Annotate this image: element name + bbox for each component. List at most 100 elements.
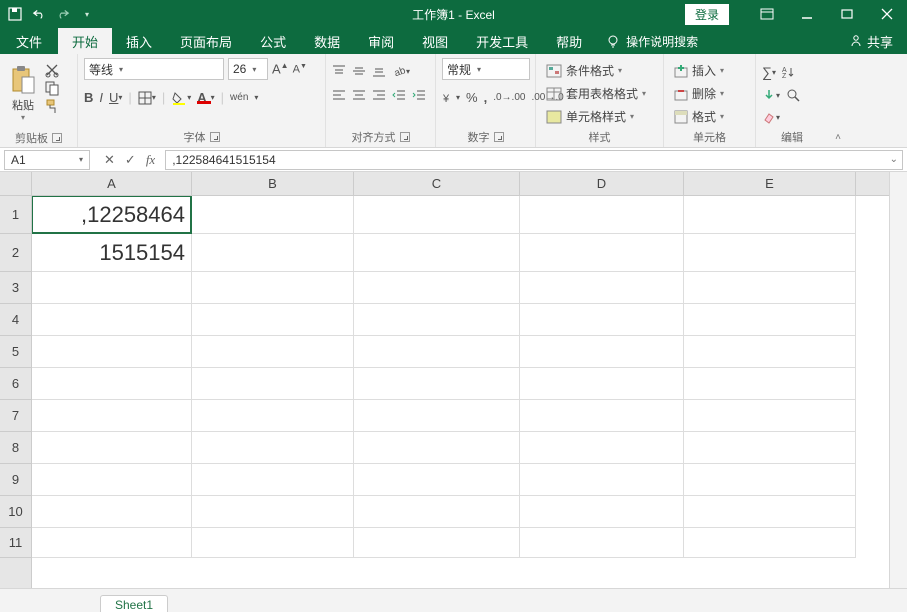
- cell-C8[interactable]: [354, 432, 520, 464]
- cell-B2[interactable]: [192, 234, 354, 272]
- format-table-button[interactable]: 套用表格格式▾: [542, 83, 650, 104]
- cell-E9[interactable]: [684, 464, 856, 496]
- save-icon[interactable]: [8, 7, 22, 21]
- row-header[interactable]: 2: [0, 234, 31, 272]
- cell-E5[interactable]: [684, 336, 856, 368]
- undo-icon[interactable]: [32, 7, 46, 21]
- cell-E1[interactable]: [684, 196, 856, 234]
- row-header[interactable]: 3: [0, 272, 31, 304]
- row-header[interactable]: 10: [0, 496, 31, 528]
- cell-B8[interactable]: [192, 432, 354, 464]
- cell-C1[interactable]: [354, 196, 520, 234]
- find-select-icon[interactable]: [786, 88, 800, 102]
- share-button[interactable]: 共享: [835, 28, 907, 54]
- cell-E11[interactable]: [684, 528, 856, 558]
- delete-cells-button[interactable]: 删除▾: [670, 83, 728, 104]
- align-bottom-icon[interactable]: [372, 64, 386, 78]
- cell-E7[interactable]: [684, 400, 856, 432]
- cell-A11[interactable]: [32, 528, 192, 558]
- cell-B9[interactable]: [192, 464, 354, 496]
- tab-page-layout[interactable]: 页面布局: [166, 28, 246, 54]
- cell-E6[interactable]: [684, 368, 856, 400]
- tab-insert[interactable]: 插入: [112, 28, 166, 54]
- cell-A1[interactable]: ,12258464: [32, 196, 192, 234]
- cell-E4[interactable]: [684, 304, 856, 336]
- qat-customize-icon[interactable]: ▾: [80, 7, 94, 21]
- align-center-icon[interactable]: [352, 88, 366, 102]
- cell-A6[interactable]: [32, 368, 192, 400]
- dialog-launcher-icon[interactable]: [494, 132, 504, 142]
- cell-D8[interactable]: [520, 432, 684, 464]
- cell-D9[interactable]: [520, 464, 684, 496]
- cell-A3[interactable]: [32, 272, 192, 304]
- cell-D10[interactable]: [520, 496, 684, 528]
- tab-developer[interactable]: 开发工具: [462, 28, 542, 54]
- cell-D2[interactable]: [520, 234, 684, 272]
- cell-C4[interactable]: [354, 304, 520, 336]
- number-format-select[interactable]: 常规▾: [442, 58, 530, 80]
- cell-D5[interactable]: [520, 336, 684, 368]
- decrease-indent-icon[interactable]: [392, 88, 406, 102]
- cell-C11[interactable]: [354, 528, 520, 558]
- name-box[interactable]: A1▾: [4, 150, 90, 170]
- cell-B11[interactable]: [192, 528, 354, 558]
- dialog-launcher-icon[interactable]: [210, 132, 220, 142]
- minimize-icon[interactable]: [787, 0, 827, 28]
- cell-A7[interactable]: [32, 400, 192, 432]
- increase-decimal-icon[interactable]: .0→.00: [493, 92, 525, 103]
- align-right-icon[interactable]: [372, 88, 386, 102]
- insert-function-icon[interactable]: fx: [146, 152, 155, 168]
- fill-icon[interactable]: ▾: [762, 88, 780, 102]
- phonetic-guide-icon[interactable]: wén: [230, 92, 248, 103]
- cut-icon[interactable]: [44, 62, 60, 78]
- row-header[interactable]: 7: [0, 400, 31, 432]
- format-cells-button[interactable]: 格式▾: [670, 106, 728, 127]
- dialog-launcher-icon[interactable]: [52, 133, 62, 143]
- cell-B6[interactable]: [192, 368, 354, 400]
- dialog-launcher-icon[interactable]: [400, 132, 410, 142]
- format-painter-icon[interactable]: [44, 98, 60, 114]
- cell-D7[interactable]: [520, 400, 684, 432]
- enter-edit-icon[interactable]: ✓: [125, 152, 136, 168]
- cell-C3[interactable]: [354, 272, 520, 304]
- ribbon-display-icon[interactable]: [747, 0, 787, 28]
- increase-indent-icon[interactable]: [412, 88, 426, 102]
- redo-icon[interactable]: [56, 7, 70, 21]
- login-button[interactable]: 登录: [685, 4, 729, 25]
- font-name-select[interactable]: 等线▾: [84, 58, 224, 80]
- maximize-icon[interactable]: [827, 0, 867, 28]
- tab-file[interactable]: 文件: [0, 28, 58, 54]
- row-header[interactable]: 4: [0, 304, 31, 336]
- column-header[interactable]: C: [354, 172, 520, 195]
- formula-bar[interactable]: ,122584641515154 ⌄: [165, 150, 903, 170]
- row-header[interactable]: 6: [0, 368, 31, 400]
- decrease-font-icon[interactable]: A▼: [293, 63, 307, 76]
- cell-E3[interactable]: [684, 272, 856, 304]
- cell-C6[interactable]: [354, 368, 520, 400]
- cell-D11[interactable]: [520, 528, 684, 558]
- border-icon[interactable]: ▾: [138, 91, 156, 105]
- cell-B7[interactable]: [192, 400, 354, 432]
- cell-styles-button[interactable]: 单元格样式▾: [542, 106, 650, 127]
- close-icon[interactable]: [867, 0, 907, 28]
- cell-C2[interactable]: [354, 234, 520, 272]
- cell-C10[interactable]: [354, 496, 520, 528]
- vertical-scrollbar[interactable]: [889, 172, 907, 588]
- row-header[interactable]: 9: [0, 464, 31, 496]
- cell-E2[interactable]: [684, 234, 856, 272]
- cell-A10[interactable]: [32, 496, 192, 528]
- cell-C9[interactable]: [354, 464, 520, 496]
- column-header[interactable]: B: [192, 172, 354, 195]
- tab-formulas[interactable]: 公式: [246, 28, 300, 54]
- column-header[interactable]: A: [32, 172, 192, 195]
- cell-B3[interactable]: [192, 272, 354, 304]
- insert-cells-button[interactable]: 插入▾: [670, 60, 728, 81]
- row-header[interactable]: 5: [0, 336, 31, 368]
- cell-B5[interactable]: [192, 336, 354, 368]
- column-header[interactable]: D: [520, 172, 684, 195]
- align-left-icon[interactable]: [332, 88, 346, 102]
- tell-me-search[interactable]: 操作说明搜索: [596, 28, 708, 54]
- row-header[interactable]: 8: [0, 432, 31, 464]
- cancel-edit-icon[interactable]: ✕: [104, 152, 115, 168]
- copy-icon[interactable]: [44, 80, 60, 96]
